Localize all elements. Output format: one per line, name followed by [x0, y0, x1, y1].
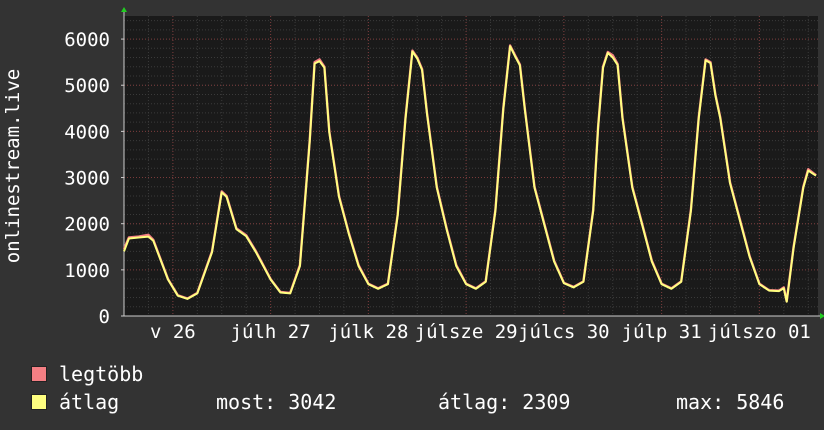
y-tick-label: 3000	[64, 168, 110, 190]
x-tick-label: júlcs 30	[518, 321, 610, 343]
x-tick-label: júlsze 29	[415, 321, 518, 343]
stat-now: most: 3042	[216, 390, 337, 414]
x-tick-label: júlk 28	[328, 321, 408, 343]
x-tick-label: júlszo 01	[708, 321, 811, 343]
x-tick-label: júlh 27	[231, 321, 311, 343]
legend-swatch-atlag	[31, 394, 47, 410]
y-axis-arrow	[121, 7, 127, 12]
y-tick-label: 2000	[64, 214, 110, 236]
y-tick-label: 4000	[64, 121, 110, 143]
stat-max: max: 5846	[676, 390, 785, 414]
legend-item-legtobb: legtöbb	[31, 362, 143, 386]
y-tick-label: 5000	[64, 75, 110, 97]
legend-item-atlag: átlag	[31, 390, 119, 414]
y-axis-label: onlinestream.live	[2, 69, 24, 263]
legend-label-atlag: átlag	[59, 390, 120, 414]
chart-root: 0 1000 2000 3000 4000 5000 6000 v 26 júlh 27 júlk…	[0, 0, 824, 430]
y-tick-label: 0	[99, 306, 110, 328]
x-tick-label: v 26	[150, 321, 196, 343]
y-tick-label: 6000	[64, 29, 110, 51]
legend-label-legtobb: legtöbb	[59, 362, 144, 386]
legend-swatch-legtobb	[31, 366, 47, 382]
x-axis-arrow	[820, 313, 824, 319]
y-tick-label: 1000	[64, 260, 110, 282]
x-tick-label: júlp 31	[622, 321, 702, 343]
stat-average: átlag: 2309	[438, 390, 571, 414]
plot-area	[124, 16, 818, 316]
